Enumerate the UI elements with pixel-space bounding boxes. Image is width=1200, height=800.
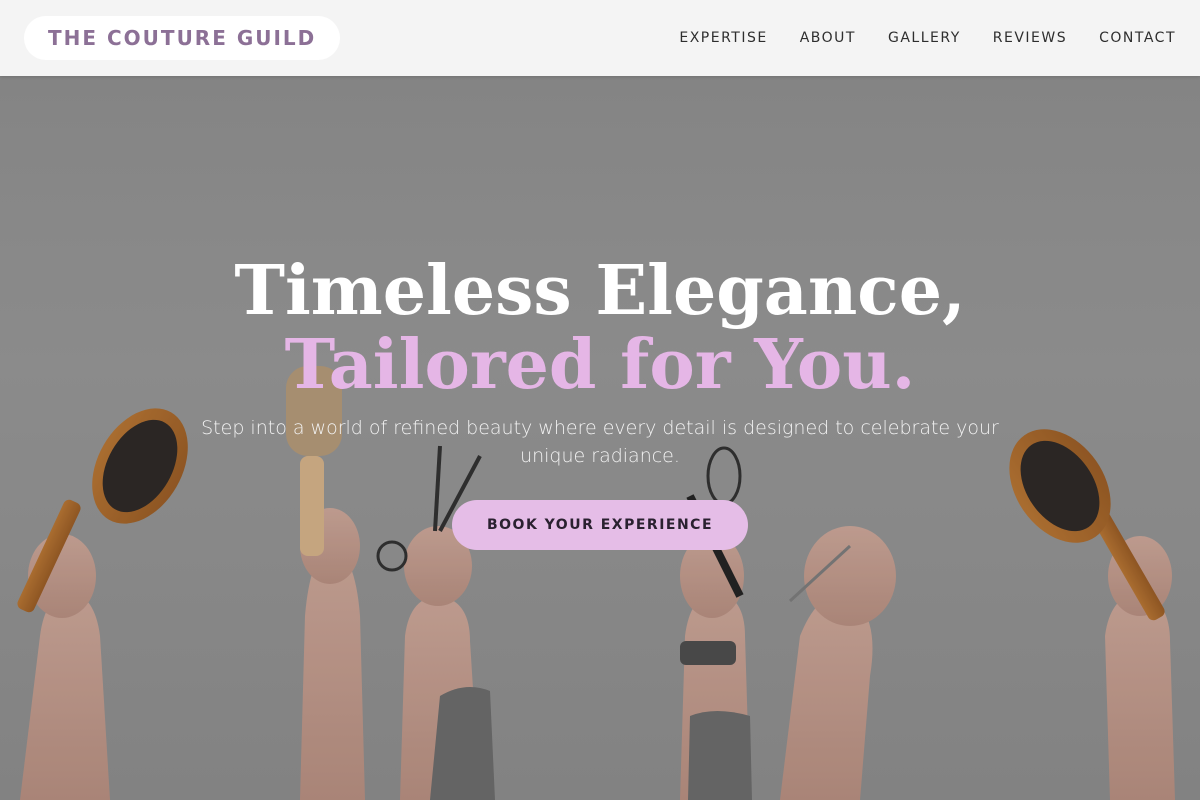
- hero-content: Timeless Elegance, Tailored for You. Ste…: [0, 254, 1200, 550]
- hero-headline: Timeless Elegance, Tailored for You.: [0, 254, 1200, 402]
- hero-section: Timeless Elegance, Tailored for You. Ste…: [0, 76, 1200, 800]
- logo-text: THE COUTURE GUILD: [48, 26, 317, 50]
- nav-link-contact[interactable]: CONTACT: [1099, 30, 1176, 46]
- site-header: THE COUTURE GUILD EXPERTISE ABOUT GALLER…: [0, 0, 1200, 76]
- nav-link-about[interactable]: ABOUT: [800, 30, 856, 46]
- nav-link-expertise[interactable]: EXPERTISE: [679, 30, 767, 46]
- headline-line-1: Timeless Elegance,: [234, 251, 966, 331]
- nav-link-gallery[interactable]: GALLERY: [888, 30, 961, 46]
- book-experience-button[interactable]: BOOK YOUR EXPERIENCE: [452, 500, 748, 550]
- headline-line-2: Tailored for You.: [284, 325, 916, 405]
- hero-subtext: Step into a world of refined beauty wher…: [201, 417, 999, 467]
- nav-link-reviews[interactable]: REVIEWS: [993, 30, 1067, 46]
- logo-button[interactable]: THE COUTURE GUILD: [24, 16, 341, 60]
- main-nav: EXPERTISE ABOUT GALLERY REVIEWS CONTACT: [679, 30, 1176, 46]
